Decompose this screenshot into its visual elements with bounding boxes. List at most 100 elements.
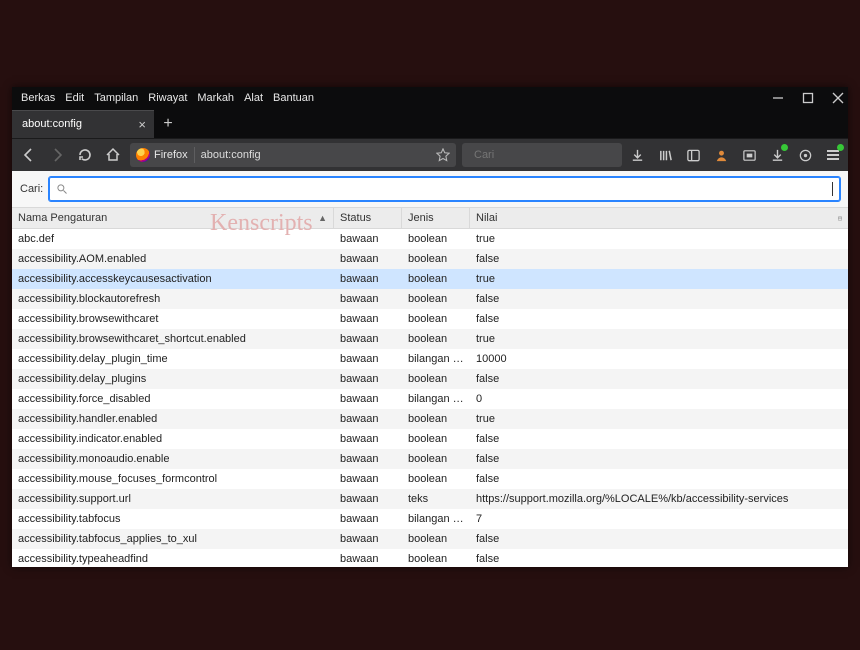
cell-name: accessibility.delay_plugins (12, 373, 334, 385)
tab-active[interactable]: about:config × (12, 110, 154, 138)
cell-status: bawaan (334, 413, 402, 425)
menu-item[interactable]: Bantuan (268, 92, 319, 104)
cell-status: bawaan (334, 513, 402, 525)
cell-type: boolean (402, 433, 470, 445)
pref-search-label: Cari: (20, 183, 43, 195)
table-row[interactable]: accessibility.tabfocus_applies_to_xulbaw… (12, 529, 848, 549)
table-row[interactable]: abc.defbawaanbooleantrue (12, 229, 848, 249)
back-button[interactable] (18, 144, 40, 166)
cell-status: bawaan (334, 473, 402, 485)
cell-value: 7 (470, 513, 832, 525)
cell-type: boolean (402, 273, 470, 285)
nav-toolbar: Firefox about:config (12, 139, 848, 171)
library-button[interactable] (656, 146, 674, 164)
table-row[interactable]: accessibility.typeaheadfindbawaanboolean… (12, 549, 848, 567)
col-name[interactable]: Nama Pengaturan▲ (12, 208, 334, 228)
cell-name: accessibility.blockautorefresh (12, 293, 334, 305)
new-tab-button[interactable]: + (154, 110, 182, 138)
pref-search-input[interactable] (74, 182, 830, 196)
table-row[interactable]: accessibility.mouse_focuses_formcontrolb… (12, 469, 848, 489)
table-row[interactable]: accessibility.AOM.enabledbawaanbooleanfa… (12, 249, 848, 269)
column-picker-icon (838, 213, 842, 224)
cell-type: boolean (402, 413, 470, 425)
firefox-icon (136, 148, 150, 162)
home-button[interactable] (102, 144, 124, 166)
table-row[interactable]: accessibility.blockautorefreshbawaanbool… (12, 289, 848, 309)
tab-strip: about:config × + (12, 109, 848, 139)
screenshot-button[interactable] (740, 146, 758, 164)
app-menu-button[interactable] (824, 146, 842, 164)
col-value[interactable]: Nilai (470, 208, 832, 228)
cell-name: accessibility.monoaudio.enable (12, 453, 334, 465)
cell-name: accessibility.force_disabled (12, 393, 334, 405)
downloads-button[interactable] (628, 146, 646, 164)
tab-close-icon[interactable]: × (138, 118, 146, 131)
cell-status: bawaan (334, 293, 402, 305)
extension-button[interactable] (796, 146, 814, 164)
table-row[interactable]: accessibility.browsewithcaret_shortcut.e… (12, 329, 848, 349)
reload-button[interactable] (74, 144, 96, 166)
cell-name: accessibility.typeaheadfind (12, 553, 334, 565)
sidebar-button[interactable] (684, 146, 702, 164)
text-cursor (832, 182, 833, 196)
cell-value: false (470, 293, 832, 305)
menu-item[interactable]: Tampilan (89, 92, 143, 104)
cell-name: accessibility.mouse_focuses_formcontrol (12, 473, 334, 485)
cell-name: abc.def (12, 233, 334, 245)
menu-item[interactable]: Edit (60, 92, 89, 104)
table-body[interactable]: abc.defbawaanbooleantrueaccessibility.AO… (12, 229, 848, 567)
account-button[interactable] (712, 146, 730, 164)
col-status[interactable]: Status (334, 208, 402, 228)
menu-item[interactable]: Markah (192, 92, 239, 104)
cell-value: true (470, 413, 832, 425)
cell-name: accessibility.AOM.enabled (12, 253, 334, 265)
table-row[interactable]: accessibility.delay_plugin_timebawaanbil… (12, 349, 848, 369)
bookmark-star-icon[interactable] (436, 148, 450, 162)
forward-button[interactable] (46, 144, 68, 166)
cell-type: boolean (402, 553, 470, 565)
cell-value: false (470, 373, 832, 385)
minimize-button[interactable] (772, 92, 784, 104)
cell-value: false (470, 473, 832, 485)
col-picker[interactable] (832, 208, 848, 228)
pref-search-row: Cari: (12, 171, 848, 207)
pref-table: Kenscripts Nama Pengaturan▲ Status Jenis… (12, 207, 848, 567)
cell-status: bawaan (334, 313, 402, 325)
cell-name: accessibility.tabfocus_applies_to_xul (12, 533, 334, 545)
table-row[interactable]: accessibility.handler.enabledbawaanboole… (12, 409, 848, 429)
cell-status: bawaan (334, 433, 402, 445)
menu-item[interactable]: Riwayat (143, 92, 192, 104)
cell-status: bawaan (334, 493, 402, 505)
cell-type: boolean (402, 253, 470, 265)
table-row[interactable]: accessibility.force_disabledbawaanbilang… (12, 389, 848, 409)
table-row[interactable]: accessibility.tabfocusbawaanbilangan bul… (12, 509, 848, 529)
tab-title: about:config (22, 118, 82, 130)
cell-status: bawaan (334, 333, 402, 345)
cell-value: false (470, 533, 832, 545)
search-input[interactable] (474, 149, 616, 161)
table-row[interactable]: accessibility.indicator.enabledbawaanboo… (12, 429, 848, 449)
menu-item[interactable]: Berkas (16, 92, 60, 104)
identity-box[interactable]: Firefox (136, 148, 188, 162)
col-type[interactable]: Jenis (402, 208, 470, 228)
table-row[interactable]: accessibility.accesskeycausesactivationb… (12, 269, 848, 289)
url-bar[interactable]: Firefox about:config (130, 143, 456, 167)
menu-item[interactable]: Alat (239, 92, 268, 104)
table-row[interactable]: accessibility.monoaudio.enablebawaanbool… (12, 449, 848, 469)
cell-name: accessibility.indicator.enabled (12, 433, 334, 445)
cell-name: accessibility.browsewithcaret (12, 313, 334, 325)
table-row[interactable]: accessibility.browsewithcaretbawaanboole… (12, 309, 848, 329)
maximize-button[interactable] (802, 92, 814, 104)
pref-search-box[interactable] (49, 177, 840, 201)
download-indicator-button[interactable] (768, 146, 786, 164)
cell-status: bawaan (334, 353, 402, 365)
menubar: BerkasEditTampilanRiwayatMarkahAlatBantu… (12, 87, 848, 109)
cell-status: bawaan (334, 393, 402, 405)
search-bar[interactable] (462, 143, 622, 167)
table-row[interactable]: accessibility.support.urlbawaantekshttps… (12, 489, 848, 509)
cell-value: false (470, 433, 832, 445)
table-row[interactable]: accessibility.delay_pluginsbawaanboolean… (12, 369, 848, 389)
close-button[interactable] (832, 92, 844, 104)
identity-label: Firefox (154, 149, 188, 161)
sort-asc-icon: ▲ (318, 213, 327, 223)
